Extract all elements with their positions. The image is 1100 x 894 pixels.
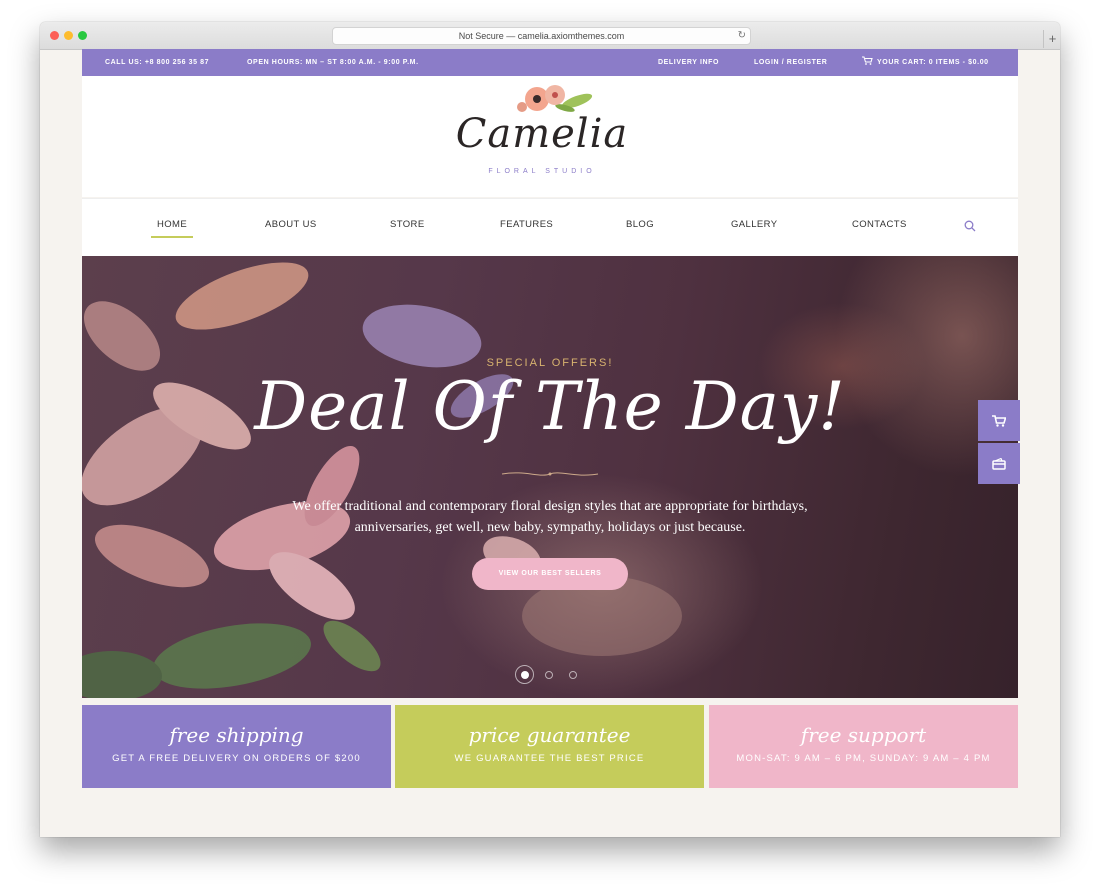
cart-summary: YOUR CART: 0 ITEMS - $0.00 bbox=[877, 59, 989, 66]
slide-dot-3[interactable] bbox=[569, 671, 577, 679]
nav-home[interactable]: HOME bbox=[150, 219, 194, 238]
delivery-info-link[interactable]: DELIVERY INFO bbox=[658, 49, 719, 76]
address-bar[interactable]: Not Secure — camelia.axiomthemes.com ↻ bbox=[332, 27, 751, 45]
flourish-divider-icon bbox=[501, 472, 599, 476]
nav-store[interactable]: STORE bbox=[390, 219, 425, 230]
hero-title: Deal Of The Day! bbox=[254, 368, 846, 445]
free-shipping-text: GET A FREE DELIVERY ON ORDERS OF $200 bbox=[112, 753, 361, 764]
login-register-link[interactable]: LOGIN / REGISTER bbox=[754, 49, 827, 76]
site-header: Camelia FLORAL STUDIO bbox=[82, 76, 1018, 197]
logo-subtitle: FLORAL STUDIO bbox=[488, 168, 596, 175]
free-support-box: free support MON-SAT: 9 AM – 6 PM, SUNDA… bbox=[709, 705, 1018, 788]
nav-blog[interactable]: BLOG bbox=[626, 219, 654, 230]
free-shipping-title: free shipping bbox=[169, 723, 304, 747]
card-icon bbox=[992, 457, 1006, 470]
nav-about-us[interactable]: ABOUT US bbox=[265, 219, 317, 230]
price-guarantee-title: price guarantee bbox=[468, 723, 631, 747]
website: CALL US: +8 800 256 35 87 OPEN HOURS: MN… bbox=[82, 49, 1018, 837]
main-navigation: HOME ABOUT US STORE FEATURES BLOG GALLER… bbox=[82, 198, 1018, 256]
side-cart-button[interactable] bbox=[978, 400, 1020, 441]
logo-wordmark[interactable]: Camelia bbox=[452, 111, 632, 157]
nav-contacts[interactable]: CONTACTS bbox=[852, 219, 907, 230]
phone-info: CALL US: +8 800 256 35 87 bbox=[105, 59, 210, 66]
cart-icon bbox=[862, 56, 873, 65]
hours-info: OPEN HOURS: MN – ST 8:00 A.M. - 9:00 P.M… bbox=[247, 59, 419, 66]
slide-dot-1[interactable] bbox=[521, 671, 529, 679]
free-shipping-box: free shipping GET A FREE DELIVERY ON ORD… bbox=[82, 705, 391, 788]
price-guarantee-text: WE GUARANTEE THE BEST PRICE bbox=[454, 753, 645, 764]
cart-link[interactable]: YOUR CART: 0 ITEMS - $0.00 bbox=[862, 49, 988, 76]
feature-boxes: free shipping GET A FREE DELIVERY ON ORD… bbox=[82, 705, 1018, 789]
maximize-window-button[interactable] bbox=[78, 31, 87, 40]
price-guarantee-box: price guarantee WE GUARANTEE THE BEST PR… bbox=[395, 705, 704, 788]
cart-icon bbox=[992, 414, 1006, 427]
minimize-window-button[interactable] bbox=[64, 31, 73, 40]
browser-window: Not Secure — camelia.axiomthemes.com ↻ +… bbox=[40, 22, 1060, 837]
hero-description: We offer traditional and contemporary fl… bbox=[292, 499, 808, 535]
hero-slider: SPECIAL OFFERS! Deal Of The Day! We offe… bbox=[82, 256, 1018, 698]
view-best-sellers-button[interactable]: VIEW OUR BEST SELLERS bbox=[472, 558, 628, 590]
top-info-bar: CALL US: +8 800 256 35 87 OPEN HOURS: MN… bbox=[82, 49, 1018, 76]
address-text: Not Secure — camelia.axiomthemes.com bbox=[458, 31, 625, 41]
browser-toolbar: Not Secure — camelia.axiomthemes.com ↻ + bbox=[40, 22, 1060, 50]
nav-features[interactable]: FEATURES bbox=[500, 219, 553, 230]
slide-dot-2[interactable] bbox=[545, 671, 553, 679]
close-window-button[interactable] bbox=[50, 31, 59, 40]
free-support-title: free support bbox=[800, 723, 927, 747]
search-icon[interactable] bbox=[964, 220, 976, 232]
reload-icon[interactable]: ↻ bbox=[738, 28, 746, 44]
nav-gallery[interactable]: GALLERY bbox=[731, 219, 777, 230]
new-tab-button[interactable]: + bbox=[1043, 30, 1060, 48]
slider-pagination bbox=[515, 665, 585, 685]
side-card-button[interactable] bbox=[978, 443, 1020, 484]
free-support-text: MON-SAT: 9 AM – 6 PM, SUNDAY: 9 AM – 4 P… bbox=[736, 753, 991, 764]
